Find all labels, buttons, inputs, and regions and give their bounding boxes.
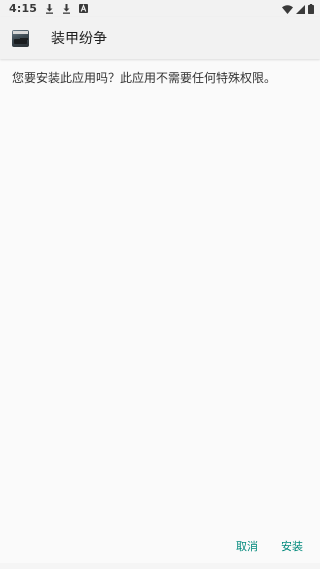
status-time: 4:15: [9, 2, 38, 15]
download-icon: [61, 3, 71, 14]
app-title: 装甲纷争: [51, 31, 107, 47]
install-prompt: 您要安装此应用吗？此应用不需要任何特殊权限。: [12, 71, 277, 85]
wifi-icon: [282, 0, 293, 18]
app-header: 装甲纷争: [0, 17, 320, 59]
download-icon: [44, 3, 54, 14]
battery-icon: [308, 0, 314, 18]
status-bar: 4:15: [0, 0, 320, 17]
navigation-bar: [0, 563, 320, 569]
app-icon: [12, 29, 29, 47]
install-screen: 4:15 装甲纷争 您要安装此应用吗？此应用不需要任何特殊权限。 取消 安装: [0, 0, 320, 569]
status-bar-right: [282, 0, 314, 18]
cancel-button[interactable]: 取消: [236, 538, 258, 554]
signal-icon: [296, 0, 305, 18]
notification-a-icon: [78, 3, 88, 14]
status-bar-left: 4:15: [9, 2, 88, 15]
install-button[interactable]: 安装: [281, 538, 303, 554]
